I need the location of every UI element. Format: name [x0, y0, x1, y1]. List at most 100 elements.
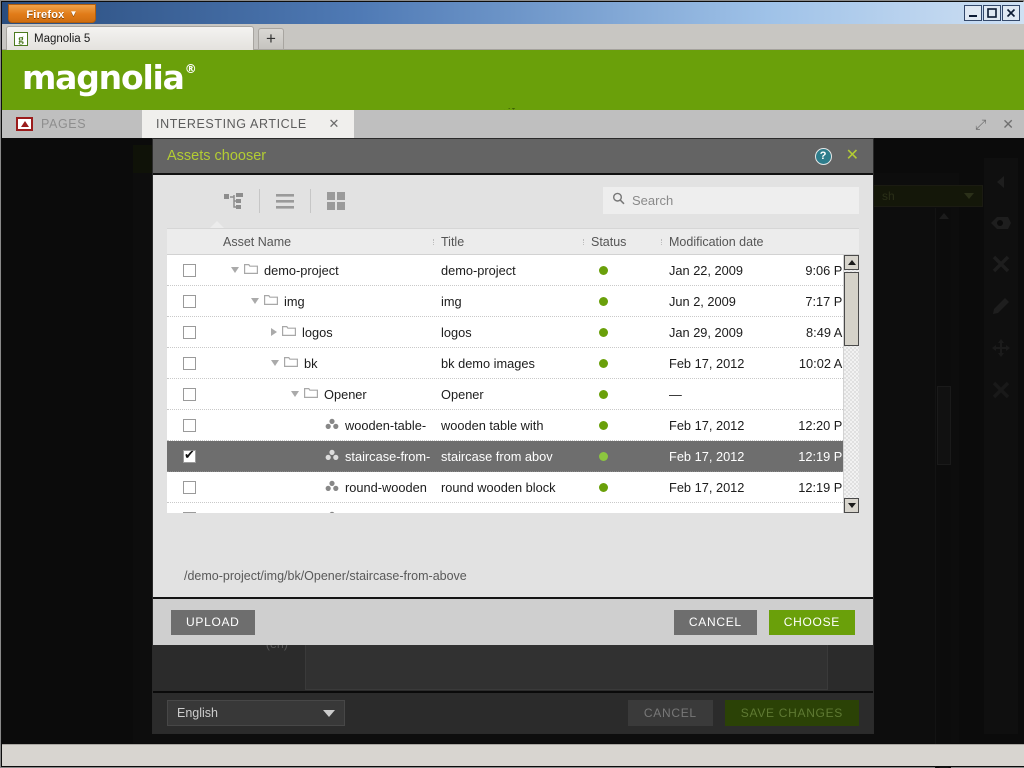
tab-interesting-article[interactable]: INTERESTING ARTICLE ✕ — [142, 110, 354, 138]
table-row[interactable]: demo-project demo-project Jan 22, 2009 9:06… — [167, 255, 859, 286]
table-row[interactable]: wooden-table-wooden table with Feb 17, 2… — [167, 410, 859, 441]
magnolia-favicon-icon: g — [14, 31, 28, 46]
title-label: logos — [441, 324, 472, 340]
row-checkbox[interactable] — [183, 511, 196, 513]
new-tab-button[interactable]: + — [258, 28, 284, 50]
help-icon[interactable]: ? — [814, 147, 832, 165]
scroll-thumb[interactable] — [844, 272, 859, 346]
close-app-icon[interactable]: ✕ — [1002, 115, 1014, 133]
table-row[interactable]: logos logos Jan 29, 2009 8:49 AM — [167, 317, 859, 348]
cell-asset-name: logos — [223, 325, 433, 340]
column-header-title[interactable]: Title — [433, 235, 583, 249]
browser-tab[interactable]: g Magnolia 5 — [6, 26, 254, 50]
choose-button[interactable]: CHOOSE — [768, 609, 855, 635]
assets-table: Asset Name Title Status Modification dat… — [167, 228, 859, 513]
twisty-down-icon[interactable] — [291, 391, 299, 397]
browser-tab-title: Magnolia 5 — [34, 32, 91, 45]
row-checkbox-cell[interactable] — [167, 480, 223, 494]
cell-modification-date: Jan 29, 2009 8:49 AM — [661, 325, 859, 340]
tab-pages[interactable]: PAGES — [2, 110, 142, 138]
twisty-down-icon[interactable] — [231, 267, 239, 273]
cell-status — [583, 263, 661, 278]
row-checkbox-cell[interactable] — [167, 418, 223, 432]
table-row[interactable]: staircase-from-staircase from abov Feb 17… — [167, 441, 859, 472]
date-label: Feb 17, 2012 — [669, 417, 745, 433]
twisty-down-icon[interactable] — [251, 298, 259, 304]
collapse-arrow-icon[interactable] — [991, 172, 1011, 192]
asset-icon — [325, 418, 339, 433]
scroll-down-button[interactable] — [844, 498, 859, 513]
table-row[interactable]: img img Jun 2, 2009 7:17 PM — [167, 286, 859, 317]
selected-path: /demo-project/img/bk/Opener/staircase-fr… — [184, 569, 467, 583]
search-input[interactable]: Search — [603, 187, 859, 214]
firefox-menu-button[interactable]: Firefox ▼ — [8, 4, 96, 23]
magnolia-logo-text: magnolia — [22, 58, 185, 97]
minimize-icon[interactable] — [964, 5, 982, 21]
cell-title: img — [433, 294, 583, 309]
thumbnail-view-icon[interactable] — [311, 186, 361, 216]
row-checkbox-cell[interactable] — [167, 263, 223, 277]
asset-name-label: bk — [304, 355, 318, 371]
maximize-app-icon[interactable]: ⤢ — [975, 115, 986, 133]
row-checkbox[interactable] — [183, 418, 196, 432]
title-label: demo-project — [441, 262, 516, 278]
row-checkbox-cell[interactable] — [167, 511, 223, 513]
column-header-status[interactable]: Status — [583, 235, 661, 249]
table-row[interactable]: round-wooden round wooden block Feb 17, 20… — [167, 472, 859, 503]
ghost-language-select: sh — [873, 185, 983, 207]
title-label: bk demo images — [441, 355, 535, 371]
table-row[interactable]: Opener Opener — — [167, 379, 859, 410]
row-checkbox[interactable] — [183, 294, 196, 308]
date-label: Feb 17, 2012 — [669, 448, 745, 464]
cancel-button[interactable]: CANCEL — [673, 609, 757, 635]
date-label: — — [669, 386, 682, 402]
twisty-right-icon[interactable] — [271, 328, 277, 336]
asset-name-label: img — [284, 293, 305, 309]
dialog-title: Assets chooser — [167, 148, 267, 164]
close-tab-icon[interactable]: ✕ — [329, 116, 341, 132]
row-checkbox[interactable] — [183, 387, 196, 401]
close-icon[interactable] — [1002, 5, 1020, 21]
list-view-icon[interactable] — [260, 186, 310, 216]
asset-name-label: Opener — [324, 386, 367, 402]
row-checkbox[interactable] — [183, 325, 196, 339]
row-checkbox[interactable] — [183, 447, 196, 463]
asset-name-label: wooden-table- — [345, 417, 427, 433]
edit-pencil-icon[interactable] — [991, 296, 1011, 316]
dialog-header: Assets chooser ? ✕ — [153, 139, 873, 175]
table-row[interactable]: paper-structure paper structure Feb 17, 20… — [167, 503, 859, 513]
cell-title: paper structure — [433, 511, 583, 514]
column-header-title-label: Title — [441, 234, 465, 249]
cell-modification-date: Jun 2, 2009 7:17 PM — [661, 294, 859, 309]
row-checkbox-cell[interactable] — [167, 387, 223, 401]
scroll-up-button[interactable] — [844, 255, 859, 270]
cell-status — [583, 480, 661, 495]
screen: Firefox ▼ g Magnolia 5 + magnolia® PAGES… — [0, 0, 1024, 768]
asset-name-label: paper-structure — [345, 511, 432, 514]
row-checkbox[interactable] — [183, 263, 196, 277]
preview-eye-icon[interactable] — [990, 214, 1012, 232]
maximize-icon[interactable] — [983, 5, 1001, 21]
row-checkbox-cell[interactable] — [167, 325, 223, 339]
dialog-close-icon[interactable]: ✕ — [846, 148, 859, 164]
page-action-toolbar — [984, 158, 1018, 734]
close-x-icon[interactable] — [991, 380, 1011, 400]
cell-modification-date: Feb 17, 2012 10:02 AM — [661, 356, 859, 371]
row-checkbox[interactable] — [183, 356, 196, 370]
upload-button[interactable]: UPLOAD — [171, 609, 255, 635]
table-row[interactable]: bk bk demo images Feb 17, 2012 10:02 AM — [167, 348, 859, 379]
delete-x-icon[interactable] — [991, 254, 1011, 274]
row-checkbox-cell[interactable] — [167, 294, 223, 308]
column-header-modification-date[interactable]: Modification date — [661, 235, 859, 249]
table-scrollbar[interactable] — [843, 255, 859, 513]
row-checkbox-cell[interactable] — [167, 447, 223, 463]
twisty-down-icon[interactable] — [271, 360, 279, 366]
column-header-asset-name[interactable]: Asset Name — [223, 235, 433, 249]
row-checkbox-cell[interactable] — [167, 356, 223, 370]
column-header-modification-date-label: Modification date — [669, 234, 764, 249]
chevron-down-icon: ▼ — [69, 9, 78, 18]
move-arrows-icon[interactable] — [991, 338, 1011, 358]
tree-view-icon[interactable] — [209, 186, 259, 216]
row-checkbox[interactable] — [183, 480, 196, 494]
